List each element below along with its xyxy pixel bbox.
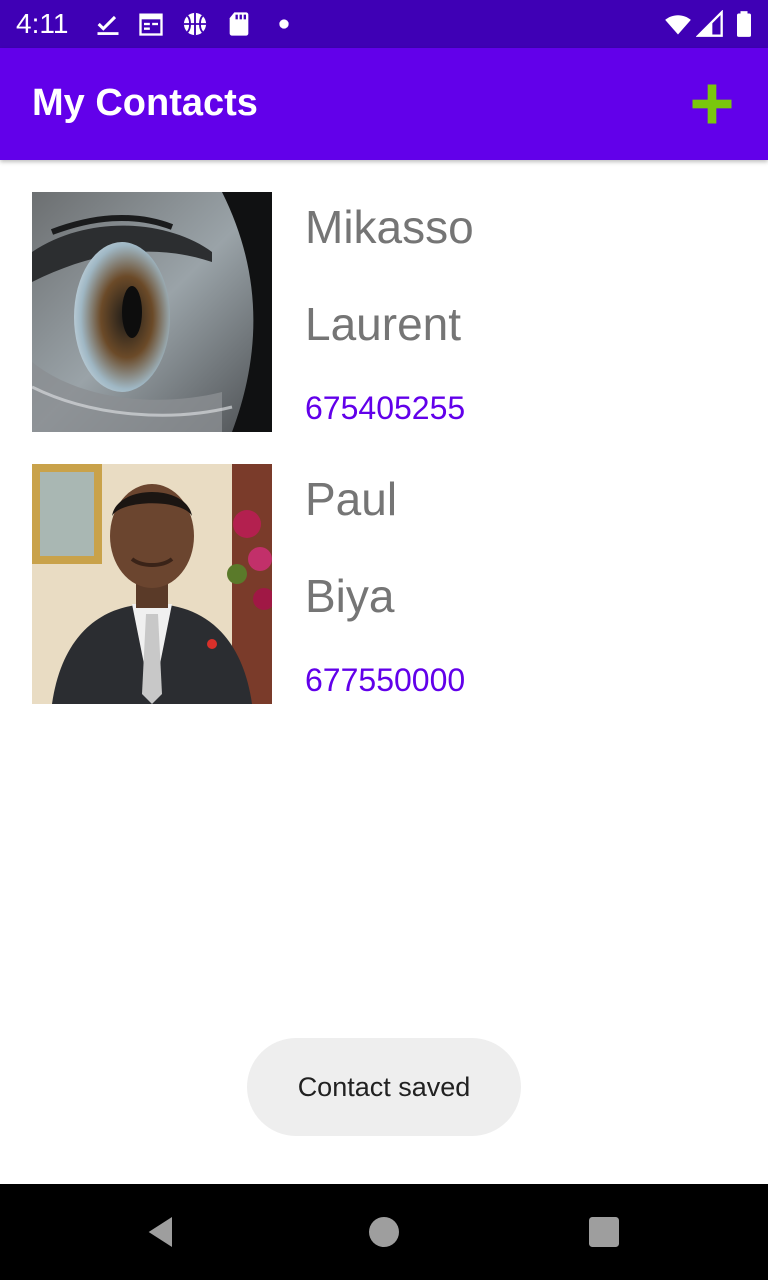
status-time: 4:11	[16, 8, 69, 39]
home-icon	[369, 1217, 399, 1247]
contact-last-name: Biya	[305, 570, 395, 622]
contact-phone[interactable]: 675405255	[305, 390, 465, 427]
contact-photo	[32, 192, 272, 432]
recents-button[interactable]	[584, 1212, 624, 1252]
signal-icon	[696, 10, 724, 38]
back-button[interactable]	[142, 1212, 182, 1252]
dot-icon	[270, 10, 298, 38]
back-icon	[148, 1217, 172, 1247]
check-download-icon	[94, 10, 122, 38]
contact-last-name: Laurent	[305, 298, 462, 350]
app-bar: My Contacts	[0, 48, 768, 160]
contact-first-name: Paul	[305, 473, 398, 525]
wifi-icon	[662, 10, 694, 38]
navigation-bar	[0, 1184, 768, 1280]
list-item[interactable]: Paul Biya 677550000	[0, 432, 768, 704]
man-in-suit-photo	[32, 464, 272, 704]
sd-card-icon	[225, 10, 253, 38]
status-bar: 4:11	[0, 0, 768, 48]
contact-phone[interactable]: 677550000	[305, 662, 465, 699]
eye-closeup-photo	[32, 192, 272, 432]
contact-photo	[32, 464, 272, 704]
add-contact-button[interactable]	[686, 78, 738, 130]
page-title: My Contacts	[32, 82, 258, 124]
calendar-icon	[137, 10, 165, 38]
home-button[interactable]	[364, 1212, 404, 1252]
plus-icon	[692, 84, 732, 124]
toast-message: Contact saved	[247, 1038, 521, 1136]
contact-first-name: Mikasso	[305, 201, 474, 253]
list-item[interactable]: Mikasso Laurent 675405255	[0, 160, 768, 432]
basketball-icon	[181, 10, 209, 38]
battery-icon	[730, 10, 758, 38]
recents-icon	[589, 1217, 619, 1247]
